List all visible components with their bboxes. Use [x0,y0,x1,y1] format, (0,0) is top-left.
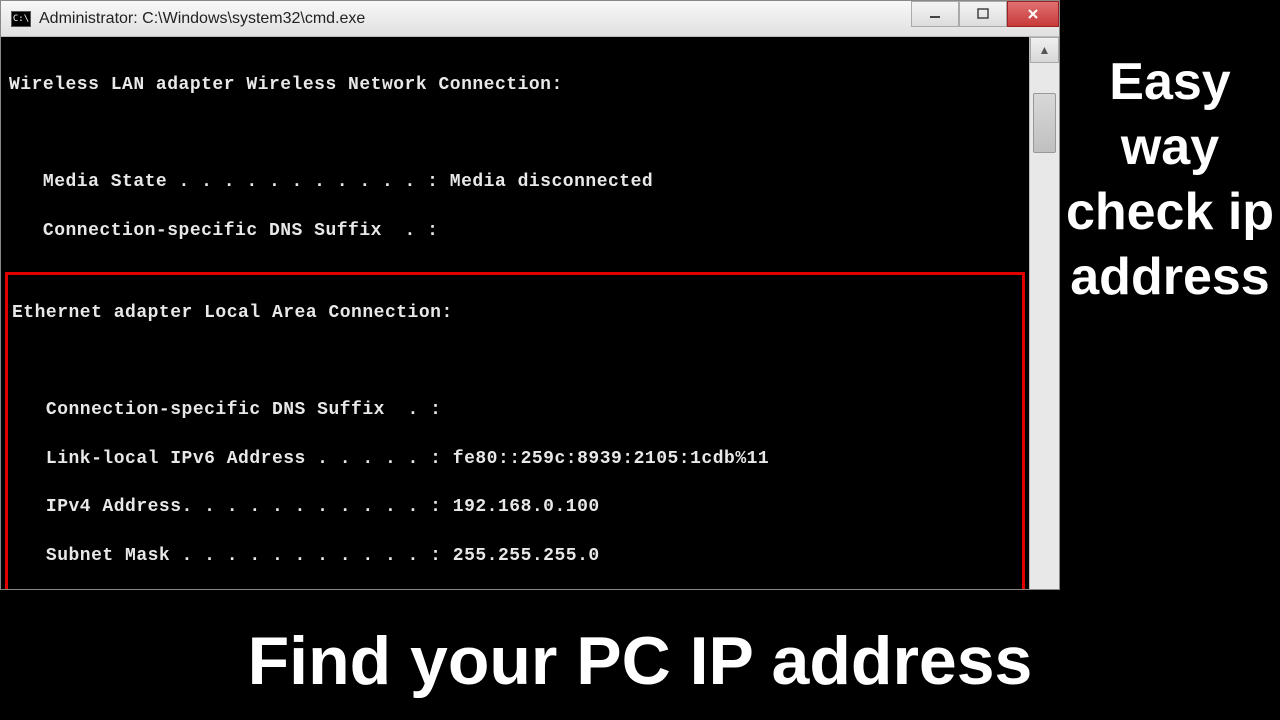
minimize-button[interactable] [911,1,959,27]
output-line: Wireless LAN adapter Wireless Network Co… [9,73,1021,97]
close-icon [1026,8,1040,20]
output-line [9,122,1021,146]
vertical-scrollbar[interactable]: ▲ [1029,37,1059,589]
window-title: Administrator: C:\Windows\system32\cmd.e… [39,10,365,28]
maximize-icon [976,8,990,20]
output-line: Link-local IPv6 Address . . . . . : fe80… [12,447,1018,471]
terminal-output[interactable]: Wireless LAN adapter Wireless Network Co… [1,37,1029,589]
output-line: IPv4 Address. . . . . . . . . . . : 192.… [12,495,1018,519]
overlay-side-text: Easy way check ip address [1060,50,1280,310]
overlay-bottom-text: Find your PC IP address [248,622,1033,700]
window-controls [911,1,1059,29]
cmd-icon: C:\ [11,11,31,27]
cmd-window: C:\ Administrator: C:\Windows\system32\c… [0,0,1060,590]
output-line: Media State . . . . . . . . . . . : Medi… [9,170,1021,194]
close-button[interactable] [1007,1,1059,27]
output-line: Connection-specific DNS Suffix . : [12,398,1018,422]
minimize-icon [928,8,942,20]
output-line [12,350,1018,374]
maximize-button[interactable] [959,1,1007,27]
output-line: Connection-specific DNS Suffix . : [9,219,1021,243]
window-titlebar[interactable]: C:\ Administrator: C:\Windows\system32\c… [1,1,1059,37]
output-line: Ethernet adapter Local Area Connection: [12,301,1018,325]
scroll-up-button[interactable]: ▲ [1030,37,1059,63]
ethernet-highlight-box: Ethernet adapter Local Area Connection: … [5,272,1025,589]
output-line: Subnet Mask . . . . . . . . . . . : 255.… [12,544,1018,568]
scroll-thumb[interactable] [1033,93,1056,153]
